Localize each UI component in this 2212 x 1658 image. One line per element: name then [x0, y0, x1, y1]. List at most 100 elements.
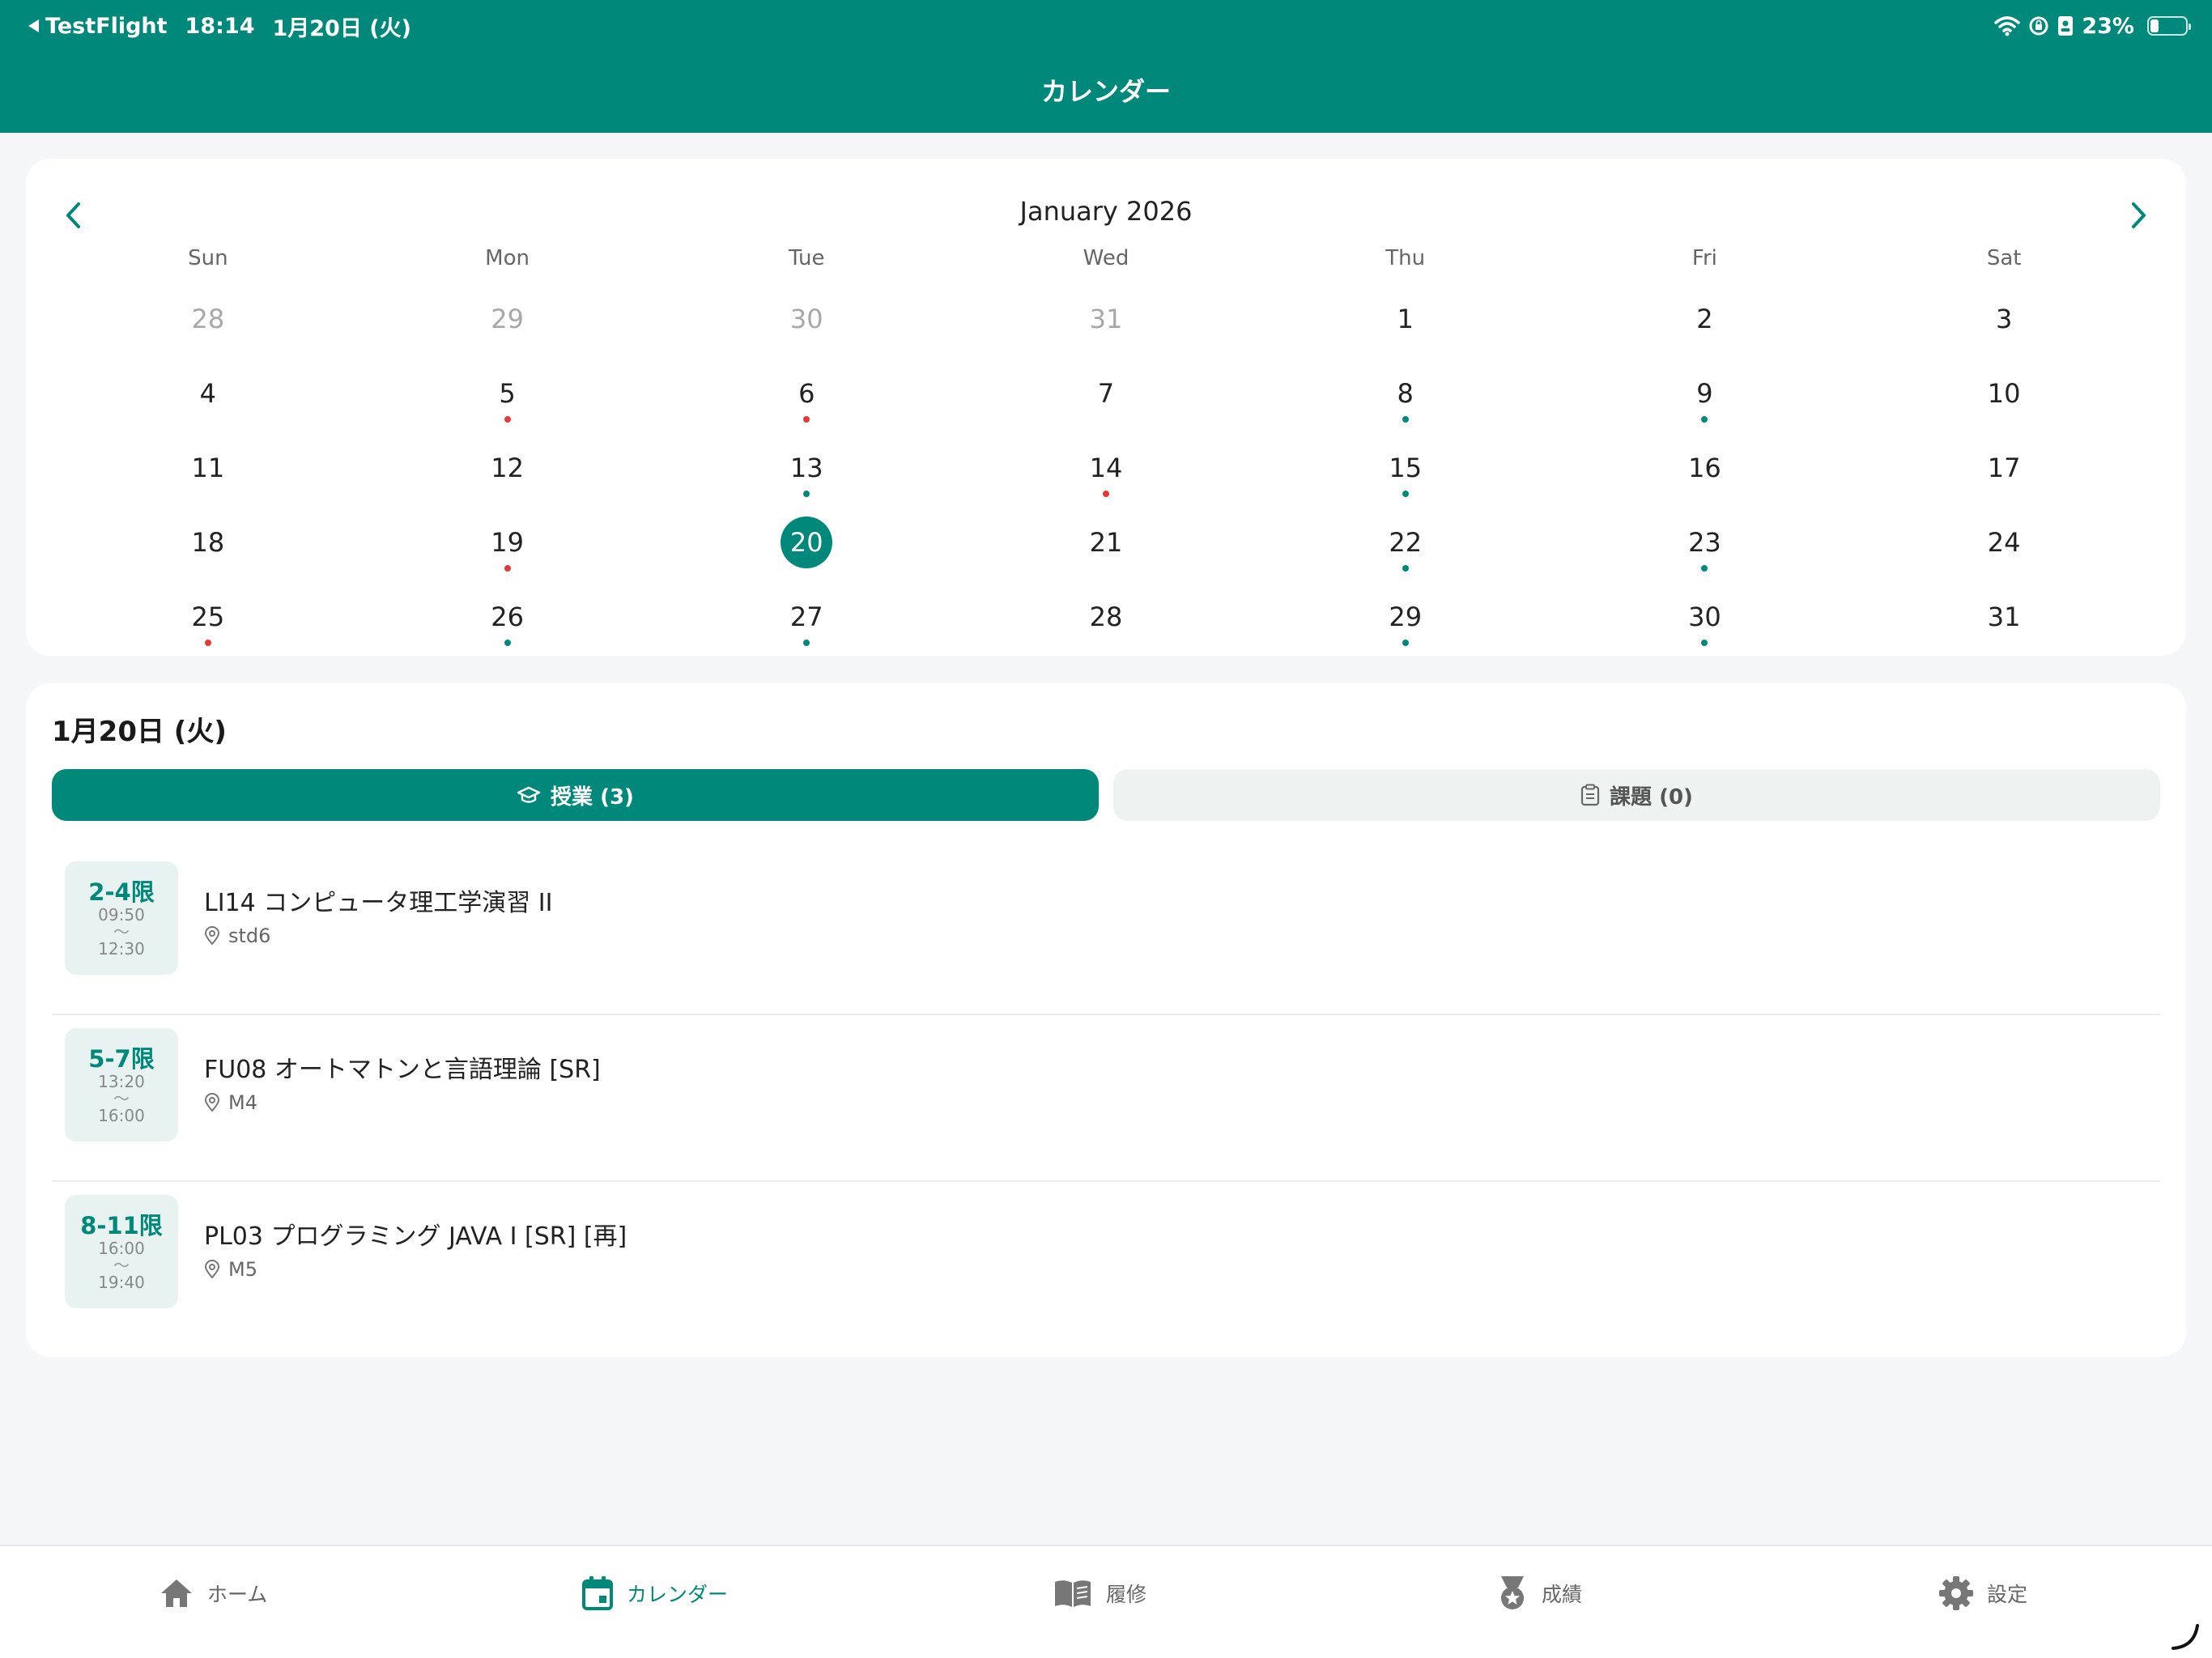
period-tilde: 〜	[113, 922, 130, 942]
lesson-item[interactable]: 8-11限 16:00 〜 19:40 PL03 プログラミング JAVA I …	[52, 1182, 2160, 1349]
day-number: 26	[491, 602, 524, 632]
weekday-label: Fri	[1691, 246, 1717, 270]
day-number: 21	[1089, 527, 1123, 558]
day-number: 19	[491, 527, 524, 558]
calendar-day[interactable]: 8	[1256, 369, 1555, 444]
calendar-day[interactable]: 19	[358, 518, 657, 593]
status-date: 1月20日 (火)	[272, 15, 411, 41]
calendar-day[interactable]: 5	[358, 369, 657, 444]
tab-assignments[interactable]: 課題 (0)	[1113, 769, 2160, 821]
lesson-room-label: M4	[228, 1091, 257, 1114]
event-dot-teal	[1701, 416, 1708, 423]
month-title: January 2026	[1019, 196, 1193, 227]
location-pin-icon	[204, 1260, 220, 1279]
rotation-lock-icon	[2029, 16, 2048, 36]
calendar-day[interactable]: 30	[657, 295, 956, 369]
period-end: 19:40	[98, 1273, 145, 1292]
day-number: 7	[1097, 378, 1115, 409]
book-icon	[1055, 1580, 1091, 1607]
calendar-day[interactable]: 14	[956, 444, 1256, 518]
period-end: 16:00	[98, 1106, 145, 1125]
weekday-label: Thu	[1385, 246, 1426, 270]
calendar-day[interactable]: 4	[58, 369, 358, 444]
day-number: 30	[1688, 602, 1721, 632]
calendar-day[interactable]: 31	[1854, 593, 2154, 667]
calendar-day[interactable]: 12	[358, 444, 657, 518]
calendar-day[interactable]: 21	[956, 518, 1256, 593]
tabbar-settings[interactable]: 設定	[1938, 1569, 2027, 1618]
day-number: 16	[1688, 453, 1721, 483]
weekday-label: Sun	[188, 246, 228, 270]
event-dot-teal	[1402, 565, 1409, 572]
calendar-icon	[582, 1576, 613, 1610]
event-dot-red	[803, 416, 810, 423]
next-month-button[interactable]	[2115, 191, 2163, 240]
weekday-label: Tue	[789, 246, 825, 270]
day-number: 15	[1389, 453, 1423, 483]
calendar-day[interactable]: 2	[1555, 295, 1855, 369]
medal-icon	[1501, 1576, 1524, 1609]
corner-indicator-icon	[2172, 1624, 2199, 1650]
calendar-day[interactable]: 24	[1854, 518, 2154, 593]
event-dot-teal	[803, 640, 810, 646]
calendar-day[interactable]: 28	[58, 295, 358, 369]
tabbar-calendar[interactable]: カレンダー	[581, 1569, 728, 1618]
weekday-label: Mon	[485, 246, 530, 270]
tabbar-home-label: ホーム	[207, 1583, 268, 1606]
calendar-day[interactable]: 6	[657, 369, 956, 444]
calendar-day-selected[interactable]: 20	[657, 517, 956, 593]
calendar-day[interactable]: 29	[1256, 593, 1555, 667]
lesson-room: std6	[204, 925, 553, 947]
lesson-list: 2-4限 09:50 〜 12:30 LI14 コンピュータ理工学演習 II s…	[52, 848, 2160, 1349]
calendar-day[interactable]: 29	[358, 295, 657, 369]
calendar-day[interactable]: 31	[956, 295, 1256, 369]
event-dot-teal	[1701, 640, 1708, 646]
graduation-cap-icon	[517, 786, 541, 803]
calendar-day[interactable]: 16	[1555, 444, 1855, 518]
calendar-day[interactable]: 22	[1256, 518, 1555, 593]
lesson-info: FU08 オートマトンと言語理論 [SR] M4	[204, 1054, 601, 1114]
day-number: 25	[191, 602, 225, 632]
weekday-label: Wed	[1083, 246, 1129, 270]
calendar-day[interactable]: 9	[1555, 369, 1855, 444]
back-to-testflight[interactable]: TestFlight	[26, 14, 168, 39]
calendar-day[interactable]: 30	[1555, 593, 1855, 667]
period-tilde: 〜	[113, 1256, 130, 1275]
calendar-day[interactable]: 27	[657, 593, 956, 667]
tabbar-courses[interactable]: 履修	[1053, 1569, 1146, 1618]
schedule-tabs: 授業 (3) 課題 (0)	[52, 769, 2160, 821]
battery-icon	[2147, 16, 2191, 36]
calendar-day[interactable]: 26	[358, 593, 657, 667]
event-dot-teal	[1701, 565, 1708, 572]
back-triangle-icon	[28, 19, 39, 32]
calendar-day[interactable]: 17	[1854, 444, 2154, 518]
calendar-day[interactable]: 25	[58, 593, 358, 667]
calendar-day[interactable]: 13	[657, 444, 956, 518]
tabbar-grades[interactable]: 成績	[1496, 1569, 1582, 1618]
day-number: 31	[1089, 304, 1123, 334]
lesson-info: PL03 プログラミング JAVA I [SR] [再] M5	[204, 1221, 627, 1281]
calendar-day[interactable]: 11	[58, 444, 358, 518]
tab-lessons[interactable]: 授業 (3)	[52, 769, 1099, 821]
day-number: 28	[191, 304, 225, 334]
lesson-info: LI14 コンピュータ理工学演習 II std6	[204, 887, 553, 947]
calendar-day[interactable]: 28	[956, 593, 1256, 667]
calendar-header: January 2026	[26, 188, 2186, 236]
calendar-day[interactable]: 18	[58, 518, 358, 593]
day-grid: 28 29 30 31 1 2 3 4 5 6 7 8 9 10 11 12 13 14 15 16 17 18 19 20 2…	[26, 295, 2186, 667]
tabbar-home[interactable]: ホーム	[159, 1569, 267, 1618]
status-bar-left: TestFlight 18:14 1月20日 (火)	[26, 11, 411, 41]
lesson-item[interactable]: 5-7限 13:20 〜 16:00 FU08 オートマトンと言語理論 [SR]…	[52, 1015, 2160, 1182]
period-label: 5-7限	[88, 1045, 155, 1073]
lesson-item[interactable]: 2-4限 09:50 〜 12:30 LI14 コンピュータ理工学演習 II s…	[52, 848, 2160, 1015]
location-pin-icon	[204, 1093, 220, 1112]
calendar-day[interactable]: 23	[1555, 518, 1855, 593]
calendar-day[interactable]: 3	[1854, 295, 2154, 369]
calendar-day[interactable]: 15	[1256, 444, 1555, 518]
calendar-day[interactable]: 10	[1854, 369, 2154, 444]
day-number: 29	[1389, 602, 1423, 632]
calendar-day[interactable]: 7	[956, 369, 1256, 444]
day-number: 4	[199, 378, 217, 409]
period-start: 09:50	[98, 905, 145, 925]
calendar-day[interactable]: 1	[1256, 295, 1555, 369]
